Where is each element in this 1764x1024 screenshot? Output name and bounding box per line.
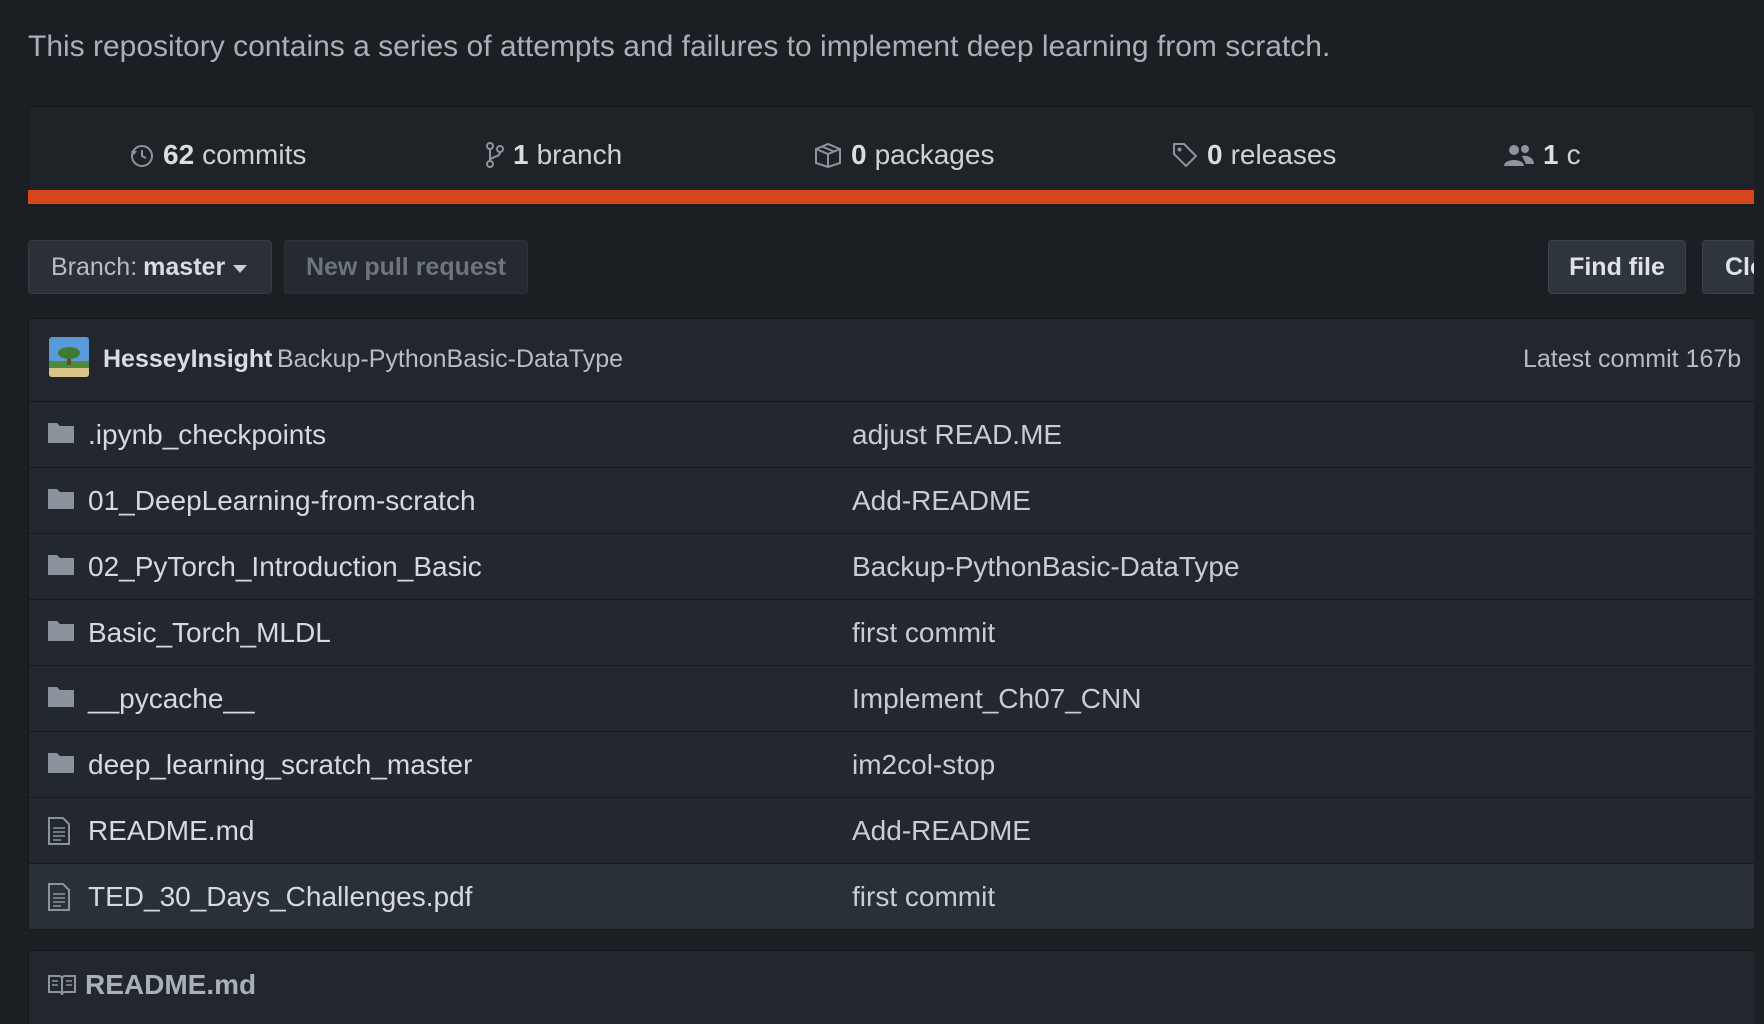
package-icon [815,142,841,168]
readme-title[interactable]: README.md [85,969,256,1001]
folder-icon [47,486,75,515]
releases-label: releases [1230,139,1337,170]
latest-commit-hash[interactable]: Latest commit 167b [1523,345,1741,374]
readme-box: README.md [28,950,1764,1024]
file-commit-message-link[interactable]: Implement_Ch07_CNN [852,683,1141,715]
packages-label: packages [874,139,995,170]
file-commit-message-link[interactable]: im2col-stop [852,749,995,781]
branches-link[interactable]: 1 branch [485,131,622,179]
commits-count: 62 [163,139,195,170]
branch-select-button[interactable]: Branch: master [28,240,272,294]
repo-description: This repository contains a series of att… [28,30,1331,63]
file-row[interactable]: 02_PyTorch_Introduction_Basic Backup-Pyth… [29,533,1764,599]
contributors-link[interactable]: 1 c [1503,131,1581,179]
chevron-down-icon [233,264,248,273]
contributors-label: c [1566,139,1581,170]
find-file-button[interactable]: Find file [1548,240,1686,294]
file-commit-message-link[interactable]: Add-README [852,485,1031,517]
file-row[interactable]: TED_30_Days_Challenges.pdf first commit [29,863,1764,929]
branch-name: master [143,252,226,281]
contributors-count: 1 [1543,139,1559,170]
branches-count: 1 [513,139,529,170]
file-name-link[interactable]: Basic_Torch_MLDL [88,617,331,649]
file-icon [47,882,71,917]
new-pull-request-button[interactable]: New pull request [284,240,528,294]
file-commit-message-link[interactable]: adjust READ.ME [852,419,1062,451]
file-name-link[interactable]: TED_30_Days_Challenges.pdf [88,881,472,913]
branch-icon [486,142,504,168]
folder-icon [47,684,75,713]
branches-label: branch [536,139,623,170]
history-icon [131,145,153,167]
releases-count: 0 [1207,139,1223,170]
file-table: HesseyInsight Backup-PythonBasic-DataTyp… [28,318,1764,930]
branch-prefix: Branch: [51,252,138,281]
file-commit-message-link[interactable]: Add-README [852,815,1031,847]
commits-label: commits [202,139,307,170]
readme-header: README.md [47,969,256,1001]
folder-icon [47,750,75,779]
commit-author-link[interactable]: HesseyInsight [103,345,273,374]
folder-icon [47,552,75,581]
file-row[interactable]: .ipynb_checkpoints adjust READ.ME [29,401,1764,467]
file-commit-message-link[interactable]: first commit [852,617,995,649]
file-row[interactable]: 01_DeepLearning-from-scratch Add-README [29,467,1764,533]
repo-page: This repository contains a series of att… [0,0,1764,1024]
file-row[interactable]: __pycache__ Implement_Ch07_CNN [29,665,1764,731]
file-icon [47,816,71,851]
file-name-link[interactable]: deep_learning_scratch_master [88,749,472,781]
people-icon [1504,145,1534,166]
packages-link[interactable]: 0 packages [813,131,994,179]
file-commit-message-link[interactable]: first commit [852,881,995,913]
folder-icon [47,420,75,449]
commits-link[interactable]: 62 commits [129,131,306,179]
releases-link[interactable]: 0 releases [1171,131,1336,179]
file-row[interactable]: deep_learning_scratch_master im2col-stop [29,731,1764,797]
file-commit-message-link[interactable]: Backup-PythonBasic-DataType [852,551,1240,583]
packages-count: 0 [851,139,867,170]
file-name-link[interactable]: __pycache__ [88,683,255,715]
file-name-link[interactable]: .ipynb_checkpoints [88,419,326,451]
file-row[interactable]: README.md Add-README [29,797,1764,863]
book-icon [48,975,76,996]
file-name-link[interactable]: README.md [88,815,254,847]
file-name-link[interactable]: 01_DeepLearning-from-scratch [88,485,476,517]
file-name-link[interactable]: 02_PyTorch_Introduction_Basic [88,551,482,583]
folder-icon [47,618,75,647]
latest-commit-bar: HesseyInsight Backup-PythonBasic-DataTyp… [29,319,1764,402]
commit-message-link[interactable]: Backup-PythonBasic-DataType [277,345,623,374]
window-edge [1754,0,1764,1024]
language-bar[interactable] [28,190,1764,204]
file-row[interactable]: Basic_Torch_MLDL first commit [29,599,1764,665]
tag-icon [1173,143,1198,168]
avatar[interactable] [49,337,89,377]
